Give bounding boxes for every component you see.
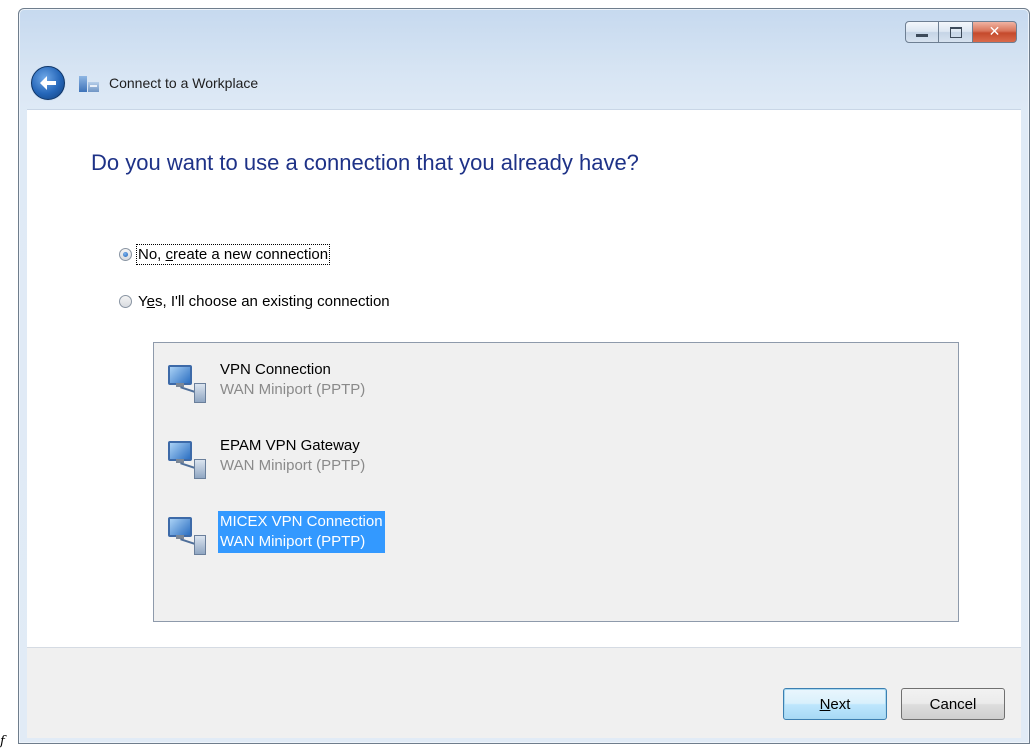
back-button[interactable] [31, 66, 65, 100]
connection-name: VPN Connection [220, 361, 331, 378]
connection-item[interactable]: VPN Connection WAN Miniport (PPTP) [162, 359, 367, 415]
connection-list[interactable]: VPN Connection WAN Miniport (PPTP) EPAM … [153, 342, 959, 622]
minimize-button[interactable] [905, 21, 939, 43]
option-choose-existing[interactable]: Yes, I'll choose an existing connection [119, 293, 390, 310]
option-create-new[interactable]: No, create a new connection [119, 244, 331, 265]
network-connection-icon [162, 511, 210, 559]
close-icon: ✕ [988, 24, 1001, 40]
maximize-button[interactable] [939, 21, 973, 43]
stray-text: f [0, 734, 5, 749]
back-arrow-icon [40, 76, 56, 90]
cancel-button[interactable]: Cancel [901, 688, 1005, 720]
radio-button-selected[interactable] [119, 248, 132, 261]
connection-item-selected[interactable]: MICEX VPN Connection WAN Miniport (PPTP) [162, 511, 385, 567]
minimize-icon [916, 33, 928, 37]
connection-name: MICEX VPN Connection [220, 513, 383, 530]
next-button[interactable]: Next [783, 688, 887, 720]
radio-button[interactable] [119, 295, 132, 308]
connection-item[interactable]: EPAM VPN Gateway WAN Miniport (PPTP) [162, 435, 367, 491]
button-bar: Next Cancel [27, 647, 1021, 738]
connection-device: WAN Miniport (PPTP) [220, 457, 366, 474]
option-create-new-label[interactable]: No, create a new connection [135, 244, 331, 265]
window-title: Connect to a Workplace [109, 75, 259, 91]
wizard-content: Do you want to use a connection that you… [27, 109, 1021, 648]
option-choose-existing-label[interactable]: Yes, I'll choose an existing connection [138, 293, 390, 310]
close-button[interactable]: ✕ [973, 21, 1017, 43]
connection-text: EPAM VPN Gateway WAN Miniport (PPTP) [218, 435, 367, 477]
connection-device: WAN Miniport (PPTP) [220, 381, 366, 398]
connection-name: EPAM VPN Gateway [220, 437, 360, 454]
connection-text: MICEX VPN Connection WAN Miniport (PPTP) [218, 511, 385, 553]
network-connection-icon [162, 359, 210, 407]
wizard-window: ✕ Connect to a Workplace Do you want to … [18, 8, 1030, 744]
connection-device: WAN Miniport (PPTP) [220, 533, 366, 550]
network-connection-icon [162, 435, 210, 483]
maximize-icon [949, 26, 962, 38]
workplace-icon [79, 74, 99, 92]
connection-text: VPN Connection WAN Miniport (PPTP) [218, 359, 367, 401]
nav-row: Connect to a Workplace [31, 65, 258, 101]
title-bar: ✕ Connect to a Workplace [19, 9, 1029, 113]
window-controls: ✕ [905, 21, 1017, 43]
page-question: Do you want to use a connection that you… [91, 150, 639, 175]
